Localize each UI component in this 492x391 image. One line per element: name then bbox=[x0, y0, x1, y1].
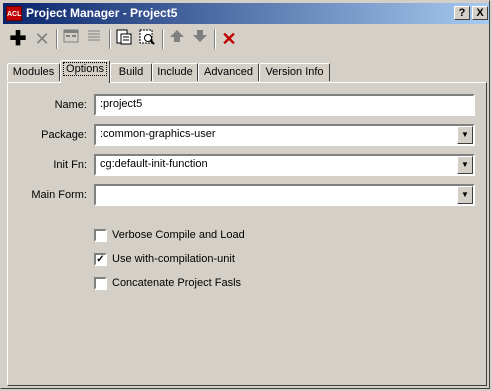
init-fn-value: cg:default-init-function bbox=[100, 158, 208, 170]
name-field[interactable]: :project5 bbox=[94, 94, 475, 116]
help-button[interactable]: ? bbox=[454, 6, 470, 20]
package-label: Package: bbox=[41, 129, 87, 141]
init-fn-dropdown[interactable]: cg:default-init-function ▼ bbox=[94, 154, 475, 176]
chevron-down-icon[interactable]: ▼ bbox=[457, 156, 473, 174]
arrow-down-icon[interactable] bbox=[189, 28, 211, 50]
main-form-label: Main Form: bbox=[31, 189, 87, 201]
project-manager-window: ACL Project Manager - Project5 ? X ✚ ✕ ✕ bbox=[0, 0, 490, 389]
arrow-up-icon[interactable] bbox=[166, 28, 188, 50]
concatenate-fasls-checkbox[interactable] bbox=[94, 277, 107, 290]
close-button[interactable]: X bbox=[472, 6, 488, 20]
x-icon[interactable]: ✕ bbox=[31, 28, 53, 50]
chevron-down-icon[interactable]: ▼ bbox=[457, 126, 473, 144]
main-form-dropdown[interactable]: ▼ bbox=[94, 184, 475, 206]
toolbar-separator bbox=[162, 29, 164, 49]
open-file-icon[interactable] bbox=[113, 28, 135, 50]
use-with-compilation-unit-checkbox[interactable]: ✓ bbox=[94, 253, 107, 266]
toolbar: ✚ ✕ ✕ bbox=[3, 26, 489, 52]
init-fn-label: Init Fn: bbox=[53, 159, 87, 171]
tab-version-info[interactable]: Version Info bbox=[259, 63, 330, 81]
red-x-icon[interactable]: ✕ bbox=[218, 28, 240, 50]
toolbar-separator bbox=[56, 29, 58, 49]
verbose-compile-label[interactable]: Verbose Compile and Load bbox=[112, 229, 245, 241]
list-icon[interactable] bbox=[83, 28, 105, 50]
verbose-compile-checkbox[interactable] bbox=[94, 229, 107, 242]
app-icon[interactable]: ACL bbox=[6, 6, 22, 21]
tab-strip: Modules Options Build Include Advanced V… bbox=[1, 60, 491, 84]
package-value: :common-graphics-user bbox=[100, 128, 216, 140]
tab-include[interactable]: Include bbox=[152, 63, 198, 81]
concatenate-fasls-label[interactable]: Concatenate Project Fasls bbox=[112, 277, 241, 289]
tab-modules[interactable]: Modules bbox=[7, 63, 60, 81]
window-title: Project Manager - Project5 bbox=[26, 6, 178, 20]
title-bar[interactable]: ACL Project Manager - Project5 ? X bbox=[3, 3, 489, 24]
plus-icon[interactable]: ✚ bbox=[7, 28, 29, 50]
package-dropdown[interactable]: :common-graphics-user ▼ bbox=[94, 124, 475, 146]
inspect-icon[interactable] bbox=[136, 28, 158, 50]
use-with-compilation-unit-label[interactable]: Use with-compilation-unit bbox=[112, 253, 235, 265]
name-label: Name: bbox=[54, 99, 87, 111]
name-value: :project5 bbox=[100, 98, 143, 110]
tab-advanced[interactable]: Advanced bbox=[198, 63, 259, 81]
tab-build[interactable]: Build bbox=[110, 63, 152, 81]
tab-options[interactable]: Options bbox=[60, 60, 110, 83]
toolbar-separator bbox=[214, 29, 216, 49]
chevron-down-icon[interactable]: ▼ bbox=[457, 186, 473, 204]
window-icon[interactable] bbox=[60, 28, 82, 50]
toolbar-separator bbox=[109, 29, 111, 49]
